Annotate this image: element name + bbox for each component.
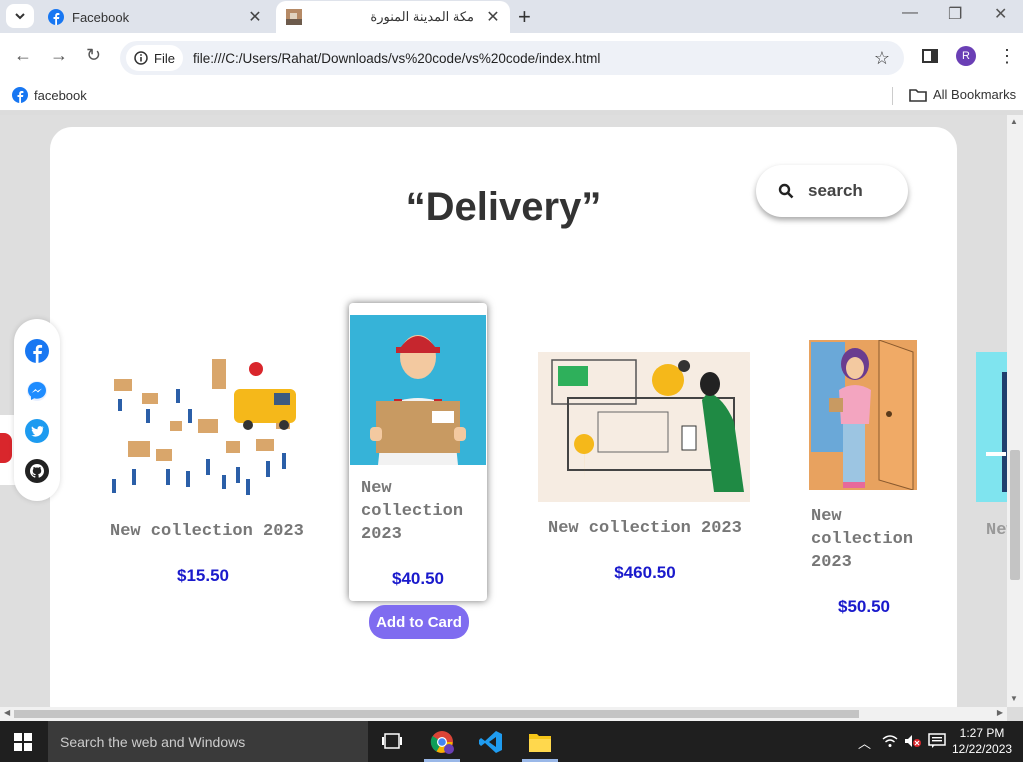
github-icon[interactable] [25,459,49,483]
product-title: New collection 2023 [361,479,464,544]
tab-active[interactable]: مكة المدينة المنورة ✕ [276,1,510,33]
url-text[interactable]: file:///C:/Users/Rahat/Downloads/vs%20co… [193,51,600,66]
chevron-down-icon [15,13,25,20]
volume-muted-icon[interactable] [904,734,922,753]
more-menu-icon[interactable]: ⋮ [998,46,1016,67]
product-card[interactable]: New collection 2023 $50.50 [809,339,919,617]
search-icon [778,183,794,199]
location-tracking-image [538,352,750,502]
tab-title: Facebook [72,9,130,25]
product-card[interactable]: New collection 2023 $15.50 [106,349,306,586]
product-price: $40.50 [392,569,444,588]
taskbar-search-input[interactable]: Search the web and Windows [48,721,368,762]
site-info-chip[interactable]: File [126,45,183,71]
product-title: New collection 2023 [811,507,914,572]
product-title: New collection 2023 [548,519,742,538]
facebook-icon [48,9,64,25]
windows-start-icon[interactable] [14,733,32,756]
back-icon[interactable]: ← [14,45,32,66]
facebook-icon[interactable] [25,339,49,363]
notifications-icon[interactable] [928,733,946,754]
product-card-partial[interactable]: New 20 [976,352,1007,542]
horizontal-scroll-thumb[interactable] [14,710,859,718]
forward-icon[interactable]: → [50,45,68,66]
product-price: $460.50 [614,563,676,582]
delivery-man-image [350,315,486,465]
tab-search-button[interactable] [6,4,34,28]
close-window-icon[interactable]: ✕ [994,4,1007,24]
bookmark-label: facebook [34,87,87,103]
browser-tab-strip: Facebook ✕ مكة المدينة المنورة ✕ + — ❐ ✕ [0,0,1023,33]
bookmarks-bar: facebook All Bookmarks [0,81,1023,111]
phone-delivery-image [976,352,1007,502]
product-price: $15.50 [177,566,229,585]
page-viewport: “Delivery” search New collection 2023 $1… [0,115,1007,707]
tab-facebook[interactable]: Facebook ✕ [40,1,272,33]
file-explorer-icon[interactable] [528,731,552,758]
close-icon[interactable]: ✕ [244,7,266,27]
windows-taskbar: Search the web and Windows ︿ 1:27 PM 12/… [0,721,1023,762]
wifi-icon[interactable] [882,734,898,753]
all-bookmarks-label: All Bookmarks [933,87,1017,102]
folder-icon [909,88,927,102]
omnibox[interactable]: File file:///C:/Users/Rahat/Downloads/vs… [120,41,904,75]
add-to-card-button[interactable]: Add to Card [369,605,469,639]
vertical-scroll-thumb[interactable] [1010,450,1020,580]
bookmark-star-icon[interactable]: ☆ [874,48,890,69]
package-delivery-image [809,339,917,491]
product-price: $50.50 [838,597,890,616]
twitter-icon[interactable] [25,419,49,443]
messenger-icon[interactable] [25,379,49,403]
product-card[interactable]: New collection 2023 $460.50 [538,352,752,583]
facebook-icon [12,87,28,103]
social-sidebar [14,319,60,501]
vscode-taskbar-icon[interactable] [479,730,503,759]
all-bookmarks[interactable]: All Bookmarks [909,87,1016,102]
close-icon[interactable]: ✕ [482,7,504,27]
address-bar-row: ← → ↻ File file:///C:/Users/Rahat/Downlo… [0,33,1023,81]
vertical-scrollbar[interactable]: ▲ ▼ [1007,115,1023,707]
search-button[interactable]: search [756,165,908,217]
new-tab-icon[interactable]: + [518,4,531,30]
minimize-icon[interactable]: — [902,4,918,22]
chevron-up-icon[interactable]: ︿ [858,733,871,752]
product-title: New collection 2023 [110,522,304,541]
product-card-featured[interactable]: New collection 2023 $40.50 [349,303,487,601]
side-panel-icon[interactable] [922,48,938,69]
taskbar-clock[interactable]: 1:27 PM 12/22/2023 [952,725,1012,757]
clock-date: 12/22/2023 [952,742,1013,756]
restore-icon[interactable]: ❐ [948,4,962,24]
warehouse-workers-image [112,359,296,495]
profile-avatar[interactable]: R [956,46,976,66]
bookmark-facebook[interactable]: facebook [12,87,87,103]
info-icon [134,51,148,65]
search-label: search [808,181,863,200]
task-view-icon[interactable] [382,733,402,754]
reload-icon[interactable]: ↻ [86,45,101,66]
scheme-label: File [154,50,175,66]
page-thumbnail-icon [286,9,302,25]
delivery-section: “Delivery” search New collection 2023 $1… [50,127,957,707]
product-title: New 20 [986,521,1007,540]
clock-time: 1:27 PM [959,726,1005,740]
chrome-taskbar-icon[interactable] [430,730,454,759]
tab-title: مكة المدينة المنورة [370,9,474,24]
divider [892,87,893,105]
